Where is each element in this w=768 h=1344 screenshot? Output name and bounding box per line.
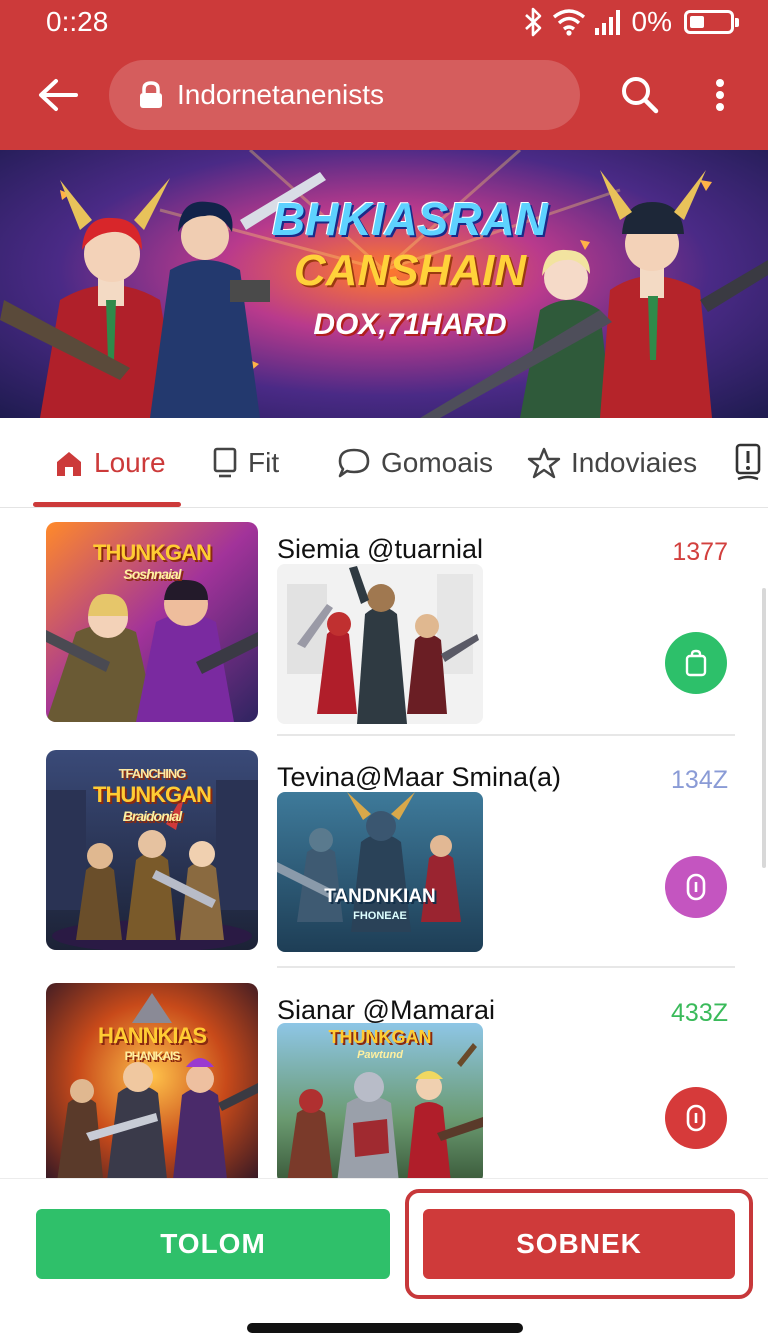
home-indicator[interactable] [247, 1323, 523, 1333]
item-title[interactable]: Sianar @Mamarai [277, 995, 495, 1026]
tab-label: Indoviaies [571, 447, 698, 478]
active-tab-indicator [33, 502, 181, 507]
item-preview-image[interactable]: THUNKGAN Pawtund [277, 1023, 483, 1178]
star-icon [527, 447, 561, 479]
preview-title: THUNKGAN [328, 1027, 432, 1047]
battery-percent: 0% [631, 6, 672, 37]
bag-icon [685, 649, 707, 677]
search-button[interactable] [612, 70, 668, 120]
tolom-button[interactable]: TOLOM [36, 1209, 390, 1279]
more-options-button[interactable] [700, 70, 740, 120]
banner-title-line3: DOX,71HARD [313, 308, 507, 341]
wifi-icon [552, 9, 585, 36]
capsule-icon [686, 1104, 706, 1132]
thumbnail-title: THUNKGAN [93, 540, 212, 565]
item-preview-image[interactable]: TANDNKIAN FHONEAE [277, 792, 483, 952]
category-tabs: Loure Fit Gomoais Indoviaies [0, 418, 768, 508]
banner-title-line1: BHKIASRAN [272, 193, 548, 245]
game-list[interactable]: THUNKGAN Soshnaial Siemia @tuarnial 1377 [0, 508, 768, 1178]
battery-icon [684, 10, 739, 34]
item-preview-image[interactable] [277, 564, 483, 724]
app-header: 0::28 0% Indornetanenists [0, 0, 768, 150]
list-divider [277, 966, 735, 968]
thumbnail-subtitle: Braidonial [122, 808, 182, 824]
tab-gomoais[interactable]: Gomoais [337, 418, 493, 508]
tab-overflow[interactable] [734, 418, 762, 508]
list-item[interactable]: THUNKGAN Soshnaial Siemia @tuarnial 1377 [0, 522, 768, 754]
item-count: 1377 [672, 538, 728, 566]
item-action-button[interactable] [665, 1087, 727, 1149]
item-count: 134Z [671, 766, 728, 794]
url-text: Indornetanenists [177, 79, 385, 110]
item-action-button[interactable] [665, 632, 727, 694]
status-icons: 0% [522, 6, 739, 38]
tab-label: Loure [94, 447, 166, 478]
hero-banner[interactable]: BHKIASRAN CANSHAIN DOX,71HARD [0, 150, 768, 418]
monitor-icon [213, 447, 237, 478]
list-item[interactable]: TFANCHING THUNKGAN Braidonial Tevina@Maa… [0, 750, 768, 982]
more-vert-icon [716, 79, 724, 111]
signal-icon [594, 10, 620, 35]
capsule-icon [686, 873, 706, 901]
item-title[interactable]: Siemia @tuarnial [277, 534, 483, 565]
tab-label: Gomoais [381, 447, 494, 478]
thumbnail-subtitle: Soshnaial [123, 566, 181, 582]
address-bar[interactable]: Indornetanenists [109, 60, 580, 130]
tab-fit[interactable]: Fit [212, 418, 279, 508]
preview-title: TANDNKIAN [324, 886, 436, 907]
tab-label: Fit [248, 447, 280, 478]
list-divider [277, 734, 735, 736]
banner-title-line2: CANSHAIN [293, 246, 527, 295]
chat-bubble-icon [338, 448, 370, 478]
game-thumbnail[interactable]: HANNKIAS PHANKAIS [46, 983, 258, 1178]
sobnek-button[interactable]: SOBNEK [423, 1209, 735, 1279]
preview-subtitle: Pawtund [357, 1049, 403, 1061]
thumbnail-title: THUNKGAN [93, 782, 212, 807]
thumbnail-overline: TFANCHING [118, 766, 187, 781]
status-time: 0::28 [46, 6, 109, 37]
item-title[interactable]: Tevina@Maar Smina(a) [277, 762, 561, 793]
item-count: 433Z [671, 999, 728, 1027]
bottom-action-bar: TOLOM SOBNEK [0, 1178, 768, 1344]
lock-icon [140, 81, 162, 108]
thumbnail-title: HANNKIAS [97, 1023, 207, 1048]
preview-subtitle: FHONEAE [353, 910, 407, 922]
thumbnail-subtitle: PHANKAIS [124, 1049, 181, 1063]
home-icon [57, 452, 81, 476]
scrollbar[interactable] [762, 588, 766, 868]
game-thumbnail[interactable]: TFANCHING THUNKGAN Braidonial [46, 750, 258, 950]
item-action-button[interactable] [665, 856, 727, 918]
list-item[interactable]: HANNKIAS PHANKAIS Sianar @Mamarai 433Z T… [0, 983, 768, 1178]
game-thumbnail[interactable]: THUNKGAN Soshnaial [46, 522, 258, 722]
tab-indoviaies[interactable]: Indoviaies [527, 418, 697, 508]
back-arrow-icon [39, 79, 78, 111]
bluetooth-icon [524, 7, 541, 37]
back-button[interactable] [30, 70, 86, 120]
tab-loure[interactable]: Loure [54, 418, 166, 508]
alert-icon [735, 443, 761, 481]
search-icon [622, 77, 659, 114]
